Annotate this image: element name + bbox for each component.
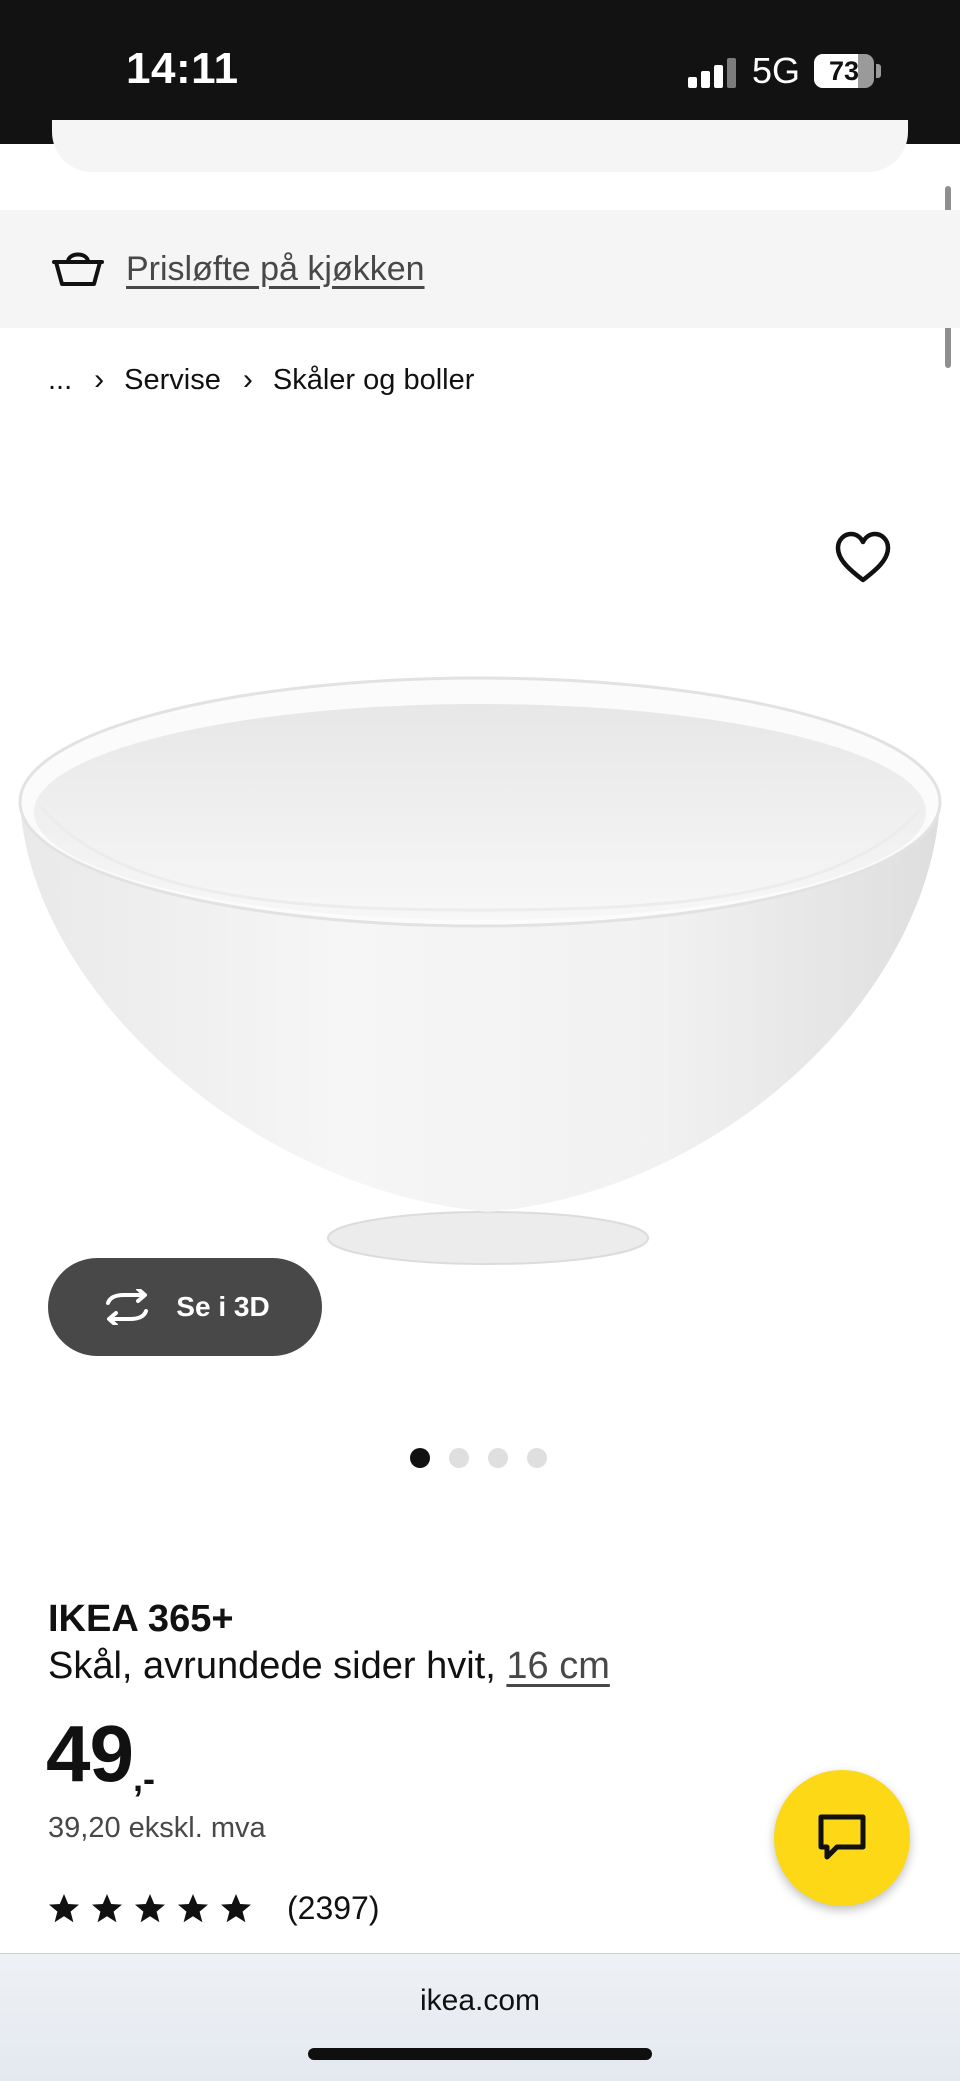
favorite-heart-icon[interactable] (832, 530, 894, 586)
star-icon (221, 1893, 251, 1922)
product-image[interactable] (0, 430, 960, 1390)
price-ex-vat: 39,20 ekskl. mva (48, 1812, 266, 1844)
carousel-dot[interactable] (527, 1448, 547, 1468)
product-description-text: Skål, avrundede sider hvit, (48, 1645, 496, 1687)
search-bar-remnant[interactable] (52, 120, 908, 172)
battery-tip (876, 64, 881, 78)
promo-bar[interactable]: Prisløfte på kjøkken (0, 210, 960, 328)
product-brand: IKEA 365+ (48, 1598, 234, 1640)
rating-stars (48, 1893, 263, 1925)
star-icon (178, 1893, 208, 1922)
chevron-right-icon: › (94, 363, 105, 396)
price-decimal: ,- (132, 1758, 155, 1799)
breadcrumb: ... › Servise › Skåler og boller (48, 356, 474, 404)
chat-icon (818, 1814, 866, 1860)
star-icon (135, 1893, 165, 1922)
promo-link[interactable]: Prisløfte på kjøkken (126, 250, 425, 289)
carousel-dot[interactable] (488, 1448, 508, 1468)
rating[interactable]: (2397) (48, 1890, 380, 1927)
product-size-link[interactable]: 16 cm (506, 1645, 609, 1687)
battery-icon: 73 (814, 54, 874, 88)
view-3d-label: Se i 3D (176, 1291, 270, 1322)
carousel-dot[interactable] (449, 1448, 469, 1468)
star-icon (92, 1893, 122, 1922)
rating-count[interactable]: (2397) (287, 1890, 380, 1927)
product-description: Skål, avrundede sider hvit, 16 cm (48, 1645, 610, 1688)
carousel-dot[interactable] (410, 1448, 430, 1468)
breadcrumb-ellipsis[interactable]: ... (48, 364, 72, 397)
chat-button[interactable] (774, 1770, 910, 1906)
view-3d-button[interactable]: Se i 3D (48, 1258, 322, 1356)
carousel-dots[interactable] (410, 1448, 566, 1468)
home-indicator[interactable] (308, 2048, 652, 2060)
basket-icon (52, 252, 104, 286)
chevron-right-icon: › (242, 363, 253, 396)
status-time: 14:11 (126, 44, 239, 93)
browser-url-bar[interactable]: ikea.com (0, 1953, 960, 2081)
price: 49 ,- (46, 1706, 155, 1802)
battery-level: 73 (828, 56, 860, 86)
signal-icon (688, 58, 738, 88)
url-text[interactable]: ikea.com (0, 1984, 960, 2018)
network-label: 5G (752, 50, 801, 91)
rotate-3d-icon (106, 1289, 149, 1325)
price-integer: 49 (46, 1709, 134, 1798)
star-icon (49, 1893, 79, 1922)
breadcrumb-item-skaler[interactable]: Skåler og boller (273, 364, 475, 397)
breadcrumb-item-servise[interactable]: Servise (124, 364, 221, 397)
